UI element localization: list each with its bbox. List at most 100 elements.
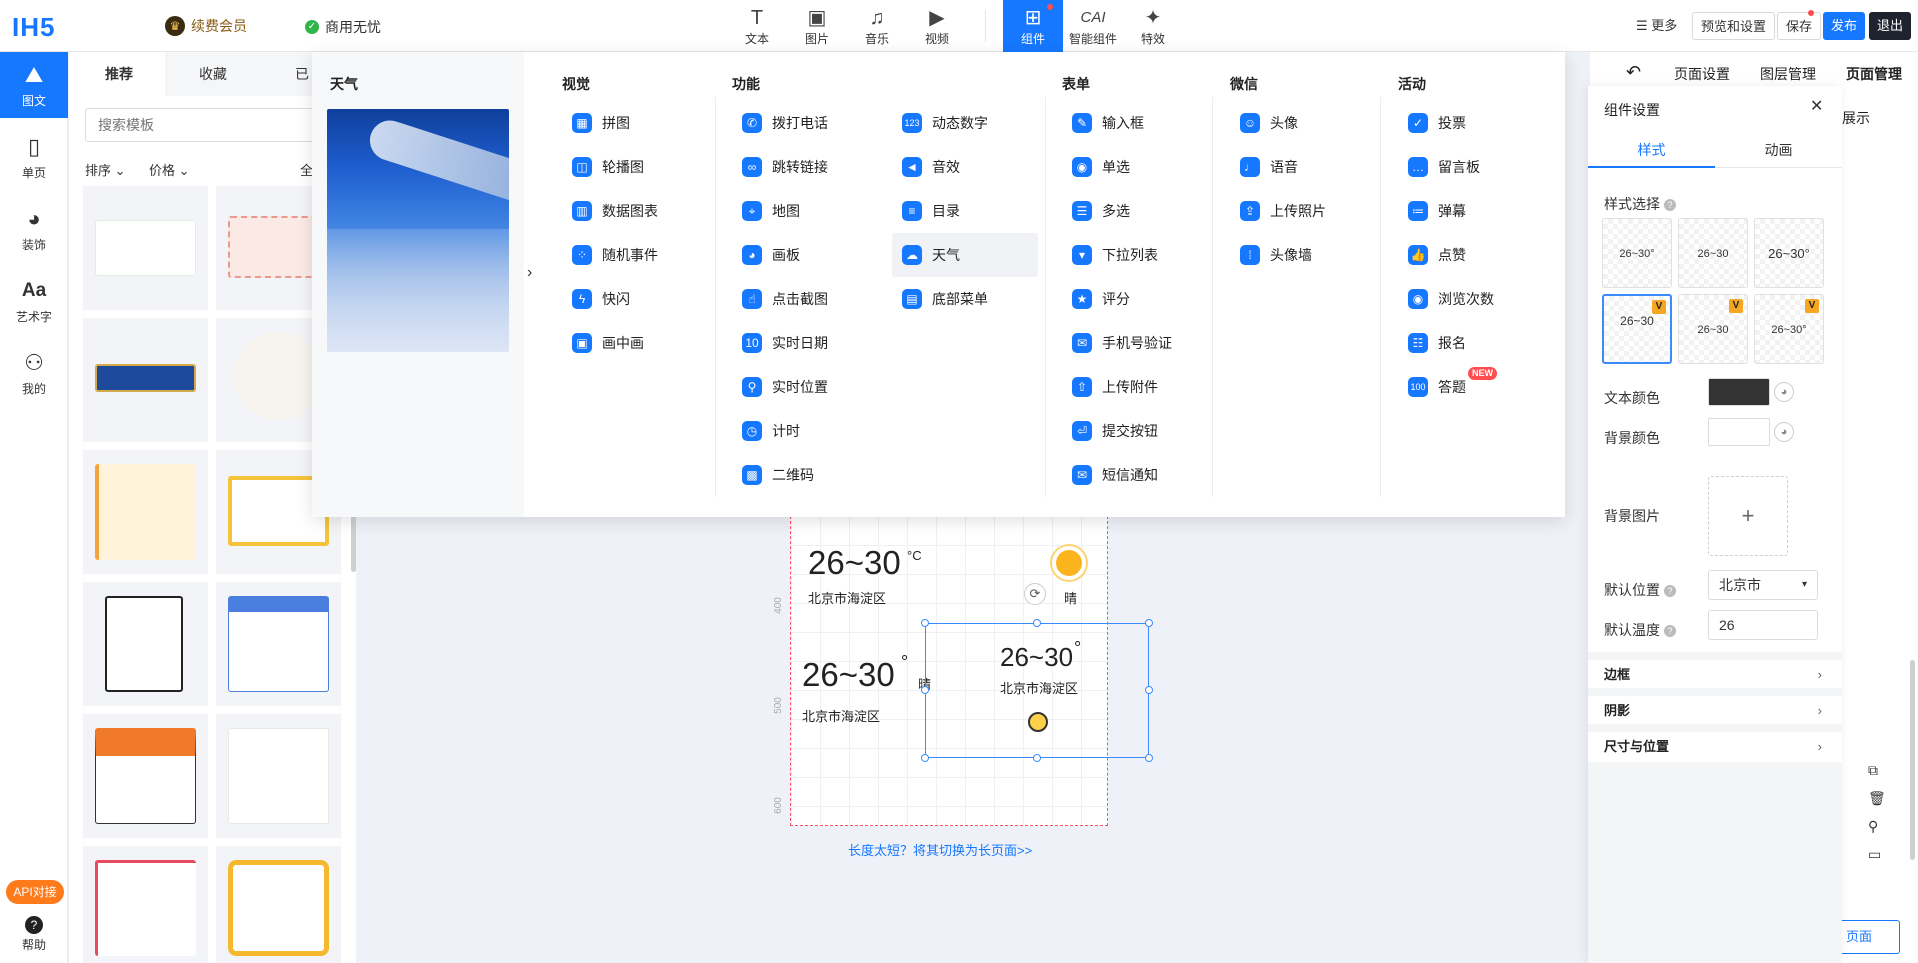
selected-weather-widget[interactable]: 26~30 ° 北京市海淀区 — [921, 619, 1153, 762]
help-icon[interactable]: ? — [1664, 199, 1676, 211]
section-size-position[interactable]: 尺寸与位置 › — [1588, 724, 1842, 762]
close-icon[interactable]: ✕ — [1810, 96, 1823, 116]
resize-handle[interactable] — [1145, 754, 1153, 762]
style-option[interactable]: 26~30° — [1602, 218, 1672, 288]
comp-radio[interactable]: ◉ 单选 — [1062, 149, 1130, 185]
tool-effects[interactable]: ✦ 特效 — [1123, 0, 1183, 52]
save-button[interactable]: 保存 — [1777, 12, 1822, 40]
comp-phone-call[interactable]: ✆ 拨打电话 — [732, 105, 828, 141]
comp-barrage[interactable]: ≔ 弹幕 — [1398, 193, 1466, 229]
template-thumb[interactable] — [83, 186, 208, 310]
comp-avatar[interactable]: ☺ 头像 — [1230, 105, 1298, 141]
help-icon[interactable]: ? — [1664, 625, 1676, 637]
tab-animation[interactable]: 动画 — [1715, 140, 1842, 160]
comp-bottom-menu[interactable]: ▤ 底部菜单 — [892, 281, 988, 317]
comp-like[interactable]: 👍 点赞 — [1398, 237, 1466, 273]
resize-handle[interactable] — [1033, 754, 1041, 762]
switch-long-page-link[interactable]: 长度太短？将其切换为长页面>> — [848, 840, 1032, 859]
tool-text[interactable]: T 文本 — [727, 0, 787, 52]
logo[interactable]: IH5 — [12, 12, 55, 43]
preview-settings-button[interactable]: 预览和设置 — [1692, 12, 1776, 40]
template-search-input[interactable] — [85, 108, 345, 142]
comp-map[interactable]: ⌖ 地图 — [732, 193, 800, 229]
style-option-selected[interactable]: 26~30 V — [1602, 294, 1672, 364]
style-option[interactable]: 26~30° V — [1754, 294, 1824, 364]
comp-quiz[interactable]: 100 答题 — [1398, 369, 1466, 405]
resize-handle[interactable] — [1145, 686, 1153, 694]
comp-avatar-wall[interactable]: ⁞ 头像墙 — [1230, 237, 1312, 273]
comp-random[interactable]: ⁘ 随机事件 — [562, 237, 658, 273]
tab-layer-management[interactable]: 图层管理 — [1760, 64, 1816, 84]
text-color-swatch[interactable] — [1708, 378, 1770, 406]
add-page-button[interactable]: 页面 — [1842, 920, 1900, 954]
comp-phone-verify[interactable]: ✉ 手机号验证 — [1062, 325, 1172, 361]
comp-rating[interactable]: ★ 评分 — [1062, 281, 1130, 317]
comp-sound-effect[interactable]: ◄ 音效 — [892, 149, 960, 185]
comp-weather[interactable]: ☁ 天气 — [892, 233, 1038, 277]
section-shadow[interactable]: 阴影 › — [1588, 688, 1842, 726]
tab-style[interactable]: 样式 — [1588, 140, 1715, 160]
template-thumb[interactable] — [83, 582, 208, 706]
refresh-icon[interactable]: ⟳ — [1024, 583, 1046, 605]
bg-color-swatch[interactable] — [1708, 418, 1770, 446]
comp-puzzle[interactable]: ▦ 拼图 — [562, 105, 630, 141]
resize-handle[interactable] — [1145, 619, 1153, 627]
comp-carousel[interactable]: ◫ 轮播图 — [562, 149, 644, 185]
comp-view-count[interactable]: ◉ 浏览次数 — [1398, 281, 1494, 317]
comp-signup[interactable]: ☷ 报名 — [1398, 325, 1466, 361]
resize-handle[interactable] — [921, 754, 929, 762]
resize-handle[interactable] — [921, 686, 929, 694]
stamp-icon[interactable]: ⚲ — [1868, 818, 1878, 835]
tab-favorites[interactable]: 收藏 — [199, 64, 227, 84]
resize-handle[interactable] — [1033, 619, 1041, 627]
default-location-select[interactable]: 北京市 ▾ — [1708, 570, 1818, 600]
comp-upload-attachment[interactable]: ⇧ 上传附件 — [1062, 369, 1158, 405]
price-dropdown[interactable]: 价格 ⌄ — [149, 160, 190, 179]
template-thumb[interactable] — [216, 714, 341, 838]
comp-qrcode[interactable]: ▩ 二维码 — [732, 457, 814, 493]
template-thumb[interactable] — [216, 582, 341, 706]
nav-decoration[interactable]: ◕ 装饰 — [0, 196, 68, 262]
comp-flash[interactable]: ϟ 快闪 — [562, 281, 630, 317]
vip-renew[interactable]: ♛ 续费会员 — [165, 16, 247, 36]
tab-page-management[interactable]: 页面管理 — [1846, 64, 1902, 84]
palette-icon[interactable]: ◕ — [1774, 382, 1794, 402]
comp-submit-button[interactable]: ⏎ 提交按钮 — [1062, 413, 1158, 449]
template-thumb[interactable] — [83, 318, 208, 442]
commercial-safe[interactable]: ✓ 商用无忧 — [305, 17, 381, 37]
comp-dynamic-number[interactable]: 123 动态数字 — [892, 105, 988, 141]
comp-voice[interactable]: ♩ 语音 — [1230, 149, 1298, 185]
nav-art-text[interactable]: Aa 艺术字 — [0, 268, 68, 334]
nav-mine[interactable]: ⚇ 我的 — [0, 340, 68, 406]
comp-screenshot[interactable]: ☝ 点击截图 — [732, 281, 828, 317]
api-button[interactable]: API对接 — [6, 880, 64, 904]
comp-jump-link[interactable]: ∞ 跳转链接 — [732, 149, 828, 185]
default-temp-input[interactable]: 26 — [1708, 610, 1818, 640]
sort-dropdown[interactable]: 排序 ⌄ — [85, 160, 126, 179]
tab-recommend[interactable]: 推荐 — [105, 64, 133, 84]
template-thumb[interactable] — [216, 846, 341, 963]
section-border[interactable]: 边框 › — [1588, 652, 1842, 690]
tool-music[interactable]: ♫ 音乐 — [847, 0, 907, 52]
tab-page-settings[interactable]: 页面设置 — [1674, 64, 1730, 84]
comp-pip[interactable]: ▣ 画中画 — [562, 325, 644, 361]
comp-sms-notify[interactable]: ✉ 短信通知 — [1062, 457, 1158, 493]
style-option[interactable]: 26~30 — [1678, 218, 1748, 288]
delete-icon[interactable]: 🗑 — [1868, 790, 1886, 807]
undo-icon[interactable]: ↶ — [1626, 62, 1641, 83]
help-button[interactable]: ? 帮助 — [0, 916, 68, 953]
comp-checkbox[interactable]: ☰ 多选 — [1062, 193, 1130, 229]
bg-image-upload[interactable]: + — [1708, 476, 1788, 556]
comp-realtime-date[interactable]: 10 实时日期 — [732, 325, 828, 361]
tool-image[interactable]: ▣ 图片 — [787, 0, 847, 52]
comp-toc[interactable]: ≡ 目录 — [892, 193, 960, 229]
chevron-right-icon[interactable]: › — [527, 264, 532, 282]
folder-icon[interactable]: ▭ — [1868, 846, 1881, 863]
exit-button[interactable]: 退出 — [1869, 12, 1912, 40]
comp-chart[interactable]: ▥ 数据图表 — [562, 193, 658, 229]
comp-vote[interactable]: ✓ 投票 — [1398, 105, 1466, 141]
help-icon[interactable]: ? — [1664, 585, 1676, 597]
comp-message-board[interactable]: … 留言板 — [1398, 149, 1480, 185]
template-thumb[interactable] — [83, 846, 208, 963]
comp-dropdown[interactable]: ▾ 下拉列表 — [1062, 237, 1158, 273]
